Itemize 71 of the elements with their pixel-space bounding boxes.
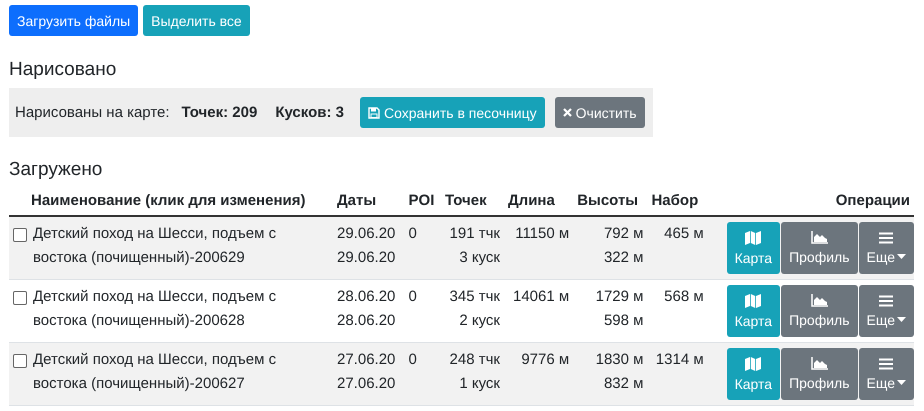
row-checkbox[interactable] bbox=[13, 291, 27, 305]
column-header: Набор bbox=[651, 192, 698, 209]
close-icon bbox=[562, 108, 572, 117]
altitude-cell-text: 832 м bbox=[602, 374, 644, 394]
pieces-cell-text: 3 куск bbox=[458, 248, 500, 268]
length-cell: 14061 м bbox=[512, 288, 570, 305]
area-chart-icon bbox=[810, 231, 828, 244]
clear-button[interactable]: Очистить bbox=[554, 97, 645, 128]
caret-icon bbox=[897, 317, 906, 322]
menu-icon bbox=[879, 294, 894, 306]
map-button[interactable]: Карта bbox=[726, 285, 780, 337]
row-checkbox[interactable] bbox=[13, 354, 27, 368]
column-header: Высоты bbox=[577, 192, 638, 209]
altitude-cell-text: 598 м bbox=[602, 311, 644, 331]
gain-cell: 1314 м bbox=[656, 351, 704, 368]
area-chart-icon bbox=[810, 294, 828, 307]
poi-cell: 0 bbox=[408, 225, 417, 242]
date-cell-text: 27.06.20 bbox=[337, 374, 396, 394]
altitude-cell-text: 792 м bbox=[602, 224, 644, 244]
map-button[interactable]: Карта bbox=[726, 222, 780, 274]
column-header: Точек bbox=[445, 192, 487, 209]
date-cell-text: 29.06.20 bbox=[337, 248, 396, 268]
profile-button[interactable]: Профиль bbox=[781, 285, 858, 337]
altitude-cell-text: 1729 м bbox=[594, 287, 644, 307]
gain-cell: 568 м bbox=[664, 288, 704, 305]
more-button[interactable]: Еще bbox=[858, 285, 914, 337]
more-button[interactable]: Еще bbox=[858, 222, 914, 274]
track-name[interactable]: Детский поход на Шесси, подъем с востока (почищенный)-200628 bbox=[33, 285, 329, 333]
date-cell-text: 29.06.20 bbox=[337, 224, 396, 244]
points-count: Точек: 209 bbox=[182, 104, 258, 121]
altitude-cell-text: 1830 м bbox=[594, 350, 644, 370]
pieces-cell-text: 2 куск bbox=[458, 311, 500, 331]
save-icon bbox=[368, 106, 380, 118]
column-header: POI bbox=[408, 192, 434, 209]
points-cell-text: 191 тчк bbox=[448, 224, 500, 244]
menu-icon bbox=[879, 358, 894, 370]
toolbar-button[interactable]: Загрузить файлы bbox=[9, 5, 138, 36]
poi-cell: 0 bbox=[408, 351, 417, 368]
summary-label: Нарисованы на карте: bbox=[15, 104, 170, 121]
section-heading: Загружено bbox=[9, 159, 104, 181]
row-checkbox[interactable] bbox=[13, 228, 27, 242]
profile-button[interactable]: Профиль bbox=[781, 222, 858, 274]
points-cell-text: 345 тчк bbox=[448, 287, 500, 307]
menu-icon bbox=[879, 232, 894, 244]
date-cell-text: 28.06.20 bbox=[337, 311, 396, 331]
altitude-cell-text: 322 м bbox=[602, 248, 644, 268]
caret-icon bbox=[897, 254, 906, 259]
section-heading: Нарисовано bbox=[9, 59, 118, 81]
profile-button[interactable]: Профиль bbox=[781, 348, 858, 400]
gain-cell: 465 м bbox=[664, 225, 704, 242]
column-header: Операции bbox=[836, 192, 910, 209]
save-button[interactable]: Сохранить в песочницу bbox=[360, 97, 545, 128]
pieces-cell-text: 1 куск bbox=[458, 374, 500, 394]
poi-cell: 0 bbox=[408, 288, 417, 305]
more-button[interactable]: Еще bbox=[858, 348, 914, 400]
column-header: Наименование (клик для изменения) bbox=[31, 192, 306, 209]
pieces-count: Кусков: 3 bbox=[275, 104, 344, 121]
column-header: Длина bbox=[508, 192, 555, 209]
map-icon bbox=[745, 356, 762, 370]
map-button[interactable]: Карта bbox=[726, 348, 780, 400]
toolbar-button[interactable]: Выделить все bbox=[143, 5, 250, 36]
points-cell-text: 248 тчк bbox=[448, 350, 500, 370]
map-icon bbox=[745, 230, 762, 244]
map-icon bbox=[745, 294, 762, 308]
date-cell-text: 27.06.20 bbox=[337, 350, 396, 370]
length-cell: 11150 м bbox=[515, 225, 570, 242]
caret-icon bbox=[897, 380, 906, 385]
date-cell-text: 28.06.20 bbox=[337, 287, 396, 307]
column-header: Даты bbox=[337, 192, 376, 209]
area-chart-icon bbox=[810, 357, 828, 370]
length-cell: 9776 м bbox=[521, 351, 570, 368]
